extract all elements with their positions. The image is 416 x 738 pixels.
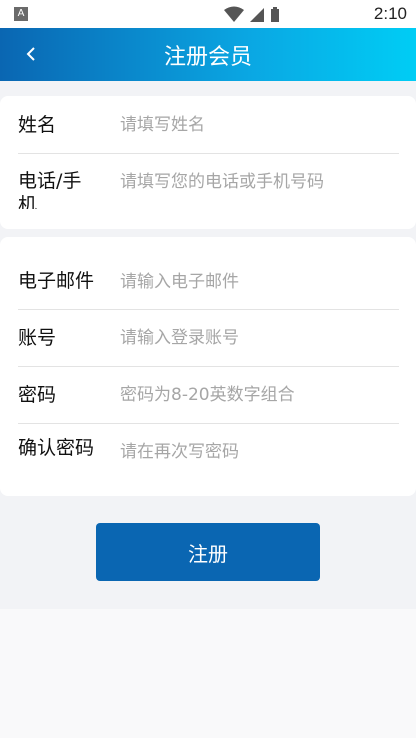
phone-label: 电话/手机 [18,170,82,209]
account-label: 账号 [18,327,57,349]
password-input[interactable] [120,382,400,408]
confirm-password-label: 确认密码 [18,437,95,459]
confirm-password-row: 确认密码 [0,424,416,496]
name-label: 姓名 [18,114,57,136]
name-input[interactable] [120,112,400,138]
account-row: 账号 [0,310,416,366]
email-label: 电子邮件 [18,270,95,292]
account-input[interactable] [120,325,400,351]
password-row: 密码 [0,367,416,423]
status-time: 2:10 [373,4,407,23]
email-row: 电子邮件 [0,237,416,309]
phone-row: 电话/手机 [0,154,416,229]
signal-icon [250,8,264,22]
battery-icon [271,7,279,22]
password-label: 密码 [18,384,57,406]
account-info-card: 电子邮件 账号 密码 确认密码 [0,237,416,496]
page-title: 注册会员 [163,45,252,70]
email-input[interactable] [120,269,400,295]
confirm-password-input[interactable] [120,439,400,465]
header-bar: 注册会员 [0,28,416,81]
basic-info-card: 姓名 电话/手机 [0,96,416,229]
app-badge-icon: A [14,7,28,21]
status-icons [224,6,324,22]
register-button[interactable]: 注册 [96,523,320,581]
wifi-icon [224,6,244,22]
status-bar: A 2:10 [0,0,416,28]
name-row: 姓名 [0,96,416,153]
phone-input[interactable] [120,169,400,195]
